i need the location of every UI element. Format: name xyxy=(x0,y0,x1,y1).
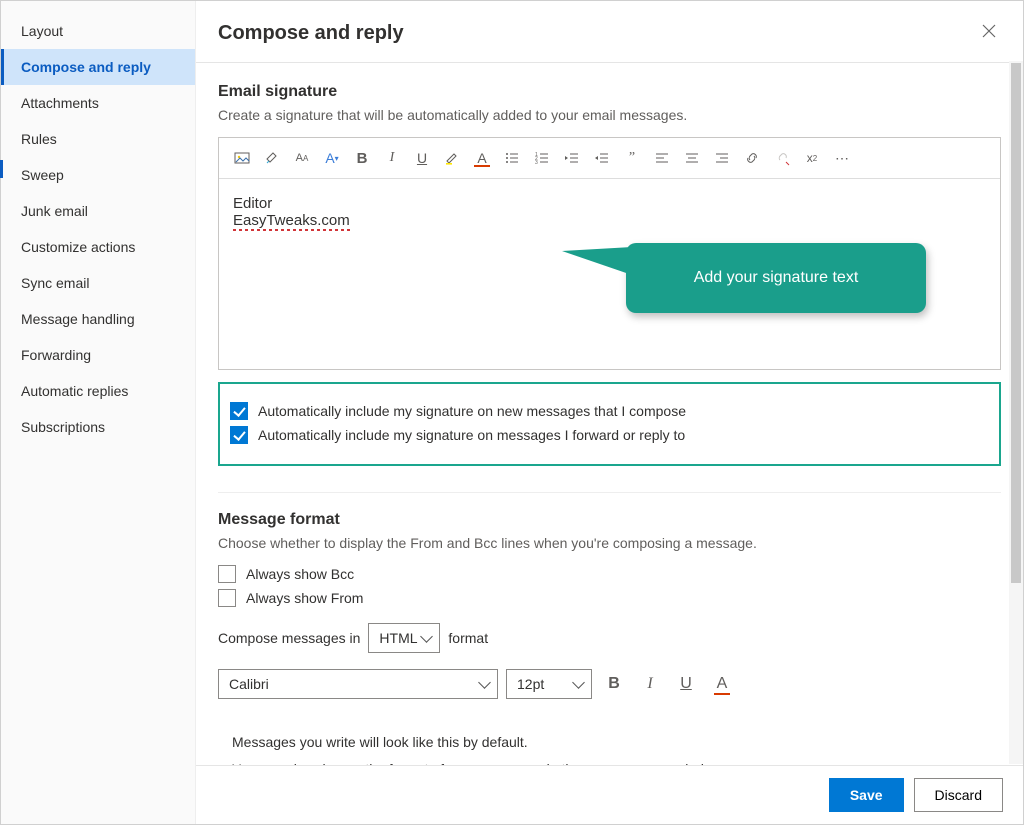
scrollbar-thumb[interactable] xyxy=(1011,63,1021,583)
insert-image-icon[interactable] xyxy=(229,146,255,170)
include-signature-reply-checkbox[interactable] xyxy=(230,426,248,444)
page-title: Compose and reply xyxy=(218,22,404,45)
sidebar-item-message-handling[interactable]: Message handling xyxy=(1,301,195,337)
include-signature-reply-label: Automatically include my signature on me… xyxy=(258,427,685,443)
signature-line-1: Editor xyxy=(233,195,986,212)
sidebar-item-junk-email[interactable]: Junk email xyxy=(1,193,195,229)
sidebar-item-customize-actions[interactable]: Customize actions xyxy=(1,229,195,265)
signature-line-2: EasyTweaks.com xyxy=(233,212,350,229)
align-left-icon[interactable] xyxy=(649,146,675,170)
sidebar-item-subscriptions[interactable]: Subscriptions xyxy=(1,409,195,445)
font-color-icon[interactable]: A xyxy=(469,146,495,170)
always-show-from-checkbox[interactable] xyxy=(218,589,236,607)
annotation-callout: Add your signature text xyxy=(626,243,926,313)
preview-line-1: Messages you write will look like this b… xyxy=(232,729,987,756)
format-underline-icon[interactable]: U xyxy=(672,670,700,698)
close-button[interactable] xyxy=(977,19,1001,48)
format-bold-icon[interactable]: B xyxy=(600,670,628,698)
align-center-icon[interactable] xyxy=(679,146,705,170)
sidebar-item-sync-email[interactable]: Sync email xyxy=(1,265,195,301)
link-icon[interactable] xyxy=(739,146,765,170)
decrease-indent-icon[interactable] xyxy=(559,146,585,170)
font-size-select[interactable]: 12pt xyxy=(506,669,592,699)
sidebar-item-compose-reply[interactable]: Compose and reply xyxy=(1,49,195,85)
font-select[interactable]: Calibri xyxy=(218,669,498,699)
always-show-bcc-checkbox[interactable] xyxy=(218,565,236,583)
superscript-icon[interactable]: x2 xyxy=(799,146,825,170)
quote-icon[interactable]: ” xyxy=(619,146,645,170)
compose-format-suffix: format xyxy=(448,630,488,646)
compose-format-value: HTML xyxy=(379,630,417,646)
email-signature-subtext: Create a signature that will be automati… xyxy=(218,107,1001,123)
highlight-icon[interactable] xyxy=(439,146,465,170)
italic-icon[interactable]: I xyxy=(379,146,405,170)
message-format-heading: Message format xyxy=(218,511,1001,529)
sidebar-item-rules[interactable]: Rules xyxy=(1,121,195,157)
close-icon xyxy=(981,23,997,39)
font-size-increase-icon[interactable]: A▾ xyxy=(319,146,345,170)
sidebar-item-forwarding[interactable]: Forwarding xyxy=(1,337,195,373)
numbered-list-icon[interactable]: 123 xyxy=(529,146,555,170)
format-font-color-icon[interactable]: A xyxy=(708,670,736,698)
underline-icon[interactable]: U xyxy=(409,146,435,170)
compose-format-prefix: Compose messages in xyxy=(218,630,360,646)
sidebar-item-layout[interactable]: Layout xyxy=(1,13,195,49)
discard-button[interactable]: Discard xyxy=(914,778,1003,812)
format-painter-icon[interactable] xyxy=(259,146,285,170)
always-show-bcc-label: Always show Bcc xyxy=(246,566,354,582)
sidebar-divider-accent xyxy=(0,160,3,178)
sidebar-item-sweep[interactable]: Sweep xyxy=(1,157,195,193)
message-format-subtext: Choose whether to display the From and B… xyxy=(218,535,1001,551)
settings-sidebar: Layout Compose and reply Attachments Rul… xyxy=(1,1,196,824)
footer: Save Discard xyxy=(196,765,1023,824)
format-italic-icon[interactable]: I xyxy=(636,670,664,698)
svg-text:3: 3 xyxy=(535,160,538,166)
bulleted-list-icon[interactable] xyxy=(499,146,525,170)
header: Compose and reply xyxy=(196,1,1023,62)
signature-options-highlight: Automatically include my signature on ne… xyxy=(218,382,1001,466)
main-panel: Compose and reply Email signature Create… xyxy=(196,1,1023,824)
save-button[interactable]: Save xyxy=(829,778,904,812)
sidebar-item-attachments[interactable]: Attachments xyxy=(1,85,195,121)
increase-indent-icon[interactable] xyxy=(589,146,615,170)
sidebar-item-automatic-replies[interactable]: Automatic replies xyxy=(1,373,195,409)
font-size-decrease-icon[interactable]: AA xyxy=(289,146,315,170)
annotation-text: Add your signature text xyxy=(694,269,859,287)
signature-toolbar: AA A▾ B I U A 123 ” x xyxy=(219,138,1000,179)
compose-format-select[interactable]: HTML xyxy=(368,623,440,653)
align-right-icon[interactable] xyxy=(709,146,735,170)
font-size-value: 12pt xyxy=(517,676,544,692)
include-signature-new-label: Automatically include my signature on ne… xyxy=(258,403,686,419)
bold-icon[interactable]: B xyxy=(349,146,375,170)
include-signature-new-checkbox[interactable] xyxy=(230,402,248,420)
email-signature-heading: Email signature xyxy=(218,83,1001,101)
unlink-icon[interactable] xyxy=(769,146,795,170)
always-show-from-label: Always show From xyxy=(246,590,363,606)
font-select-value: Calibri xyxy=(229,676,269,692)
more-options-icon[interactable]: ⋯ xyxy=(829,146,855,170)
